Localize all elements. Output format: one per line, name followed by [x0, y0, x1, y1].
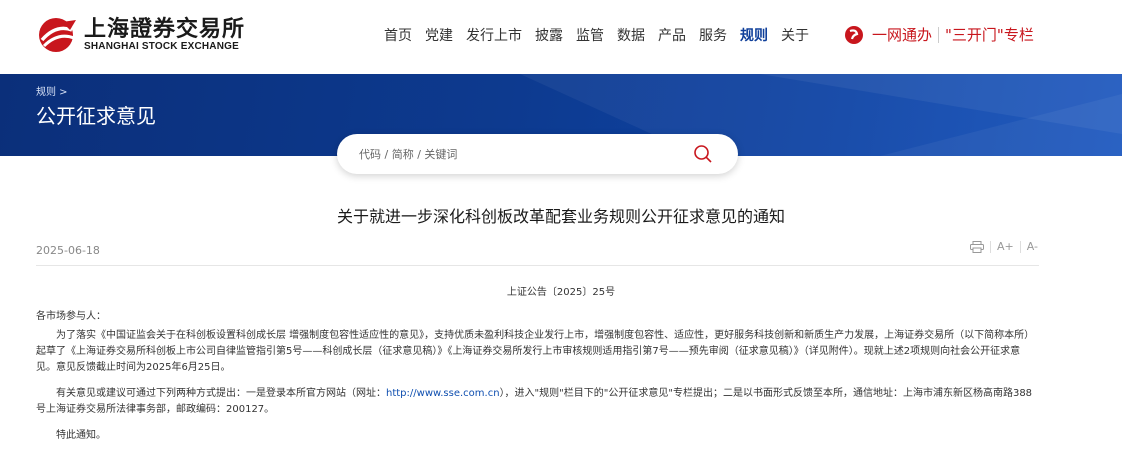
logo-en-text: SHANGHAI STOCK EXCHANGE — [84, 41, 239, 52]
one-network-icon — [845, 26, 863, 44]
paragraph-2: 有关意见或建议可通过下列两种方式提出：一是登录本所官方网站（网址：http://… — [36, 386, 1039, 418]
tools-divider — [1019, 240, 1021, 253]
paragraph-1: 为了落实《中国证监会关于在科创板设置科创成长层 增强制度包容性适应性的意见》，支… — [36, 330, 1035, 373]
search-icon[interactable] — [693, 144, 713, 164]
breadcrumb[interactable]: 规则 > — [36, 83, 68, 98]
main-nav: 首页 党建 发行上市 披露 监管 数据 产品 服务 规则 关于 — [384, 26, 822, 46]
nav-about[interactable]: 关于 — [781, 26, 809, 46]
promo-divider — [938, 27, 940, 43]
article-title: 关于就进一步深化科创板改革配套业务规则公开征求意见的通知 — [336, 207, 785, 226]
search-input[interactable] — [359, 144, 679, 164]
nav-rules[interactable]: 规则 — [740, 26, 768, 46]
tools-divider — [990, 240, 991, 253]
site-header: 上海證券交易所 SHANGHAI STOCK EXCHANGE 首页 党建 发行… — [0, 0, 1122, 74]
nav-listing[interactable]: 发行上市 — [466, 26, 522, 46]
nav-data[interactable]: 数据 — [617, 26, 645, 46]
sse-website-link[interactable]: http://www.sse.com.cn — [386, 388, 500, 399]
print-icon[interactable] — [970, 240, 984, 253]
nav-home[interactable]: 首页 — [384, 26, 412, 46]
three-doors-link[interactable]: "三开门"专栏 — [945, 25, 1034, 45]
paragraph-2-text-a: 有关意见或建议可通过下列两种方式提出：一是登录本所官方网站（网址： — [56, 388, 386, 399]
logo-cn-text: 上海證券交易所 — [84, 16, 246, 42]
greeting: 各市场参与人： — [36, 311, 106, 322]
search-box — [337, 134, 738, 174]
publish-date: 2025-06-18 — [36, 244, 100, 257]
promo-links: 一网通办 "三开门"专栏 — [844, 25, 1034, 45]
nav-party[interactable]: 党建 — [425, 26, 453, 46]
paragraph-3: 特此通知。 — [56, 430, 106, 441]
nav-products[interactable]: 产品 — [658, 26, 686, 46]
page-title: 公开征求意见 — [36, 104, 156, 128]
nav-regulation[interactable]: 监管 — [576, 26, 604, 46]
article-tools: A+ A- — [970, 240, 1038, 253]
one-network-link[interactable]: 一网通办 — [872, 25, 932, 45]
document-number: 上证公告〔2025〕25号 — [506, 287, 616, 298]
font-increase-button[interactable]: A+ — [997, 240, 1014, 253]
nav-services[interactable]: 服务 — [699, 26, 727, 46]
header-divider — [36, 265, 1039, 266]
sse-logo[interactable]: 上海證券交易所 SHANGHAI STOCK EXCHANGE — [36, 16, 245, 54]
nav-disclosure[interactable]: 披露 — [535, 26, 563, 46]
font-decrease-button[interactable]: A- — [1027, 240, 1038, 253]
sse-logo-icon — [39, 18, 76, 52]
